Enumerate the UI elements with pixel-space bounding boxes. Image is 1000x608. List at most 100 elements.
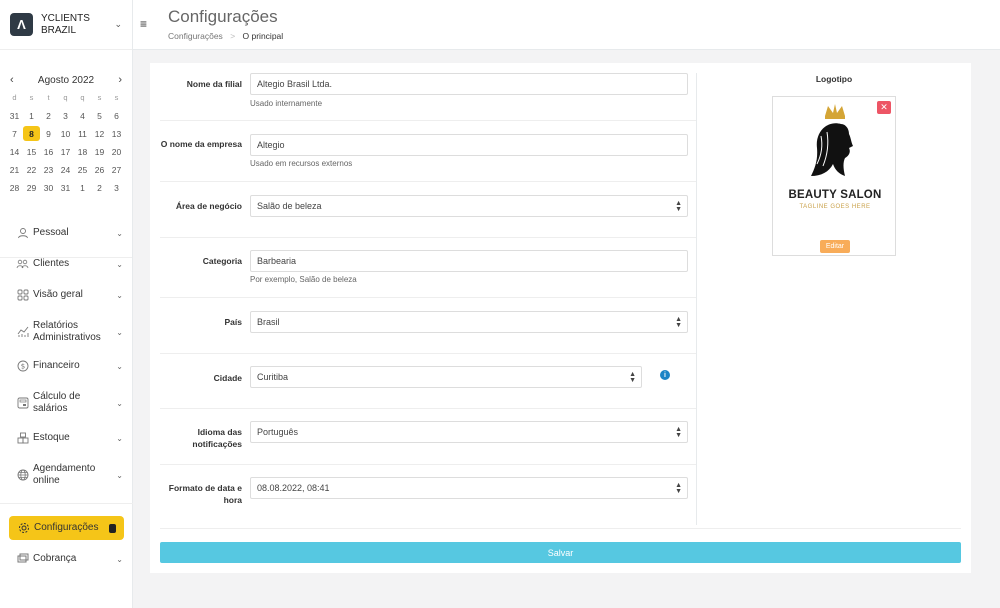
chevron-down-icon[interactable]: ⌄	[114, 19, 122, 30]
breadcrumb-current: O principal	[242, 31, 284, 41]
calendar-day[interactable]: 18	[74, 144, 91, 159]
save-button[interactable]: Salvar	[160, 542, 961, 563]
calendar-day[interactable]: 26	[91, 162, 108, 177]
sidebar-item-estoque[interactable]: Estoque ⌄	[0, 431, 133, 445]
category-input[interactable]: Barbearia	[250, 250, 688, 272]
calendar-day[interactable]: 22	[23, 162, 40, 177]
calendar-day[interactable]: 17	[57, 144, 74, 159]
sidebar-item-label: Cálculo de salários	[33, 391, 81, 414]
next-month-icon[interactable]: ›	[118, 74, 122, 86]
branch-name-label: Nome da filial	[186, 79, 242, 89]
datetime-format-value: 08.08.2022, 08:41	[257, 483, 330, 493]
calendar-day-today[interactable]: 8	[23, 126, 40, 141]
breadcrumb-root[interactable]: Configurações	[168, 31, 223, 41]
calendar-day[interactable]: 15	[23, 144, 40, 159]
calendar-day[interactable]: 3	[57, 108, 74, 123]
sidebar-item-label: Cobrança	[33, 553, 77, 564]
chevron-down-icon: ⌄	[116, 259, 123, 269]
logo-brand-text: BEAUTY SALON	[788, 189, 882, 201]
sidebar-item-label: Clientes	[33, 258, 70, 269]
calendar-day[interactable]: 3	[108, 180, 125, 195]
datetime-format-label: Formato de data e hora	[168, 483, 242, 505]
country-select[interactable]: Brasil ▲ ▼	[250, 311, 688, 333]
calendar-day[interactable]: 24	[57, 162, 74, 177]
calendar-day[interactable]: 6	[108, 108, 125, 123]
calendar-day[interactable]: 5	[91, 108, 108, 123]
select-arrows-icon: ▲ ▼	[629, 371, 636, 384]
calendar-day[interactable]: 31	[57, 180, 74, 195]
chevron-down-icon: ⌄	[116, 554, 123, 564]
calendar-day[interactable]: 13	[108, 126, 125, 141]
city-label: Cidade	[213, 373, 242, 383]
calendar-day[interactable]: 23	[40, 162, 57, 177]
calendar-day[interactable]: 2	[40, 108, 57, 123]
calendar-day[interactable]: 9	[40, 126, 57, 141]
reports-icon	[16, 326, 29, 339]
calendar-day[interactable]: 29	[23, 180, 40, 195]
business-area-value: Salão de beleza	[257, 201, 322, 211]
sidebar-item-label: Visão geral	[33, 289, 83, 300]
country-label: País	[224, 317, 243, 327]
sidebar-item-clientes[interactable]: Clientes ⌄	[0, 257, 133, 271]
chevron-down-icon: ⌄	[116, 433, 123, 443]
logo-tagline: TAGLINE GOES HERE	[799, 204, 871, 210]
calendar-day[interactable]: 27	[108, 162, 125, 177]
calendar-day[interactable]: 28	[6, 180, 23, 195]
row-divider	[160, 297, 696, 298]
sidebar-item-relatorios-administrativos[interactable]: Relatórios Administrativos ⌄	[0, 319, 133, 345]
company-name-help: Usado em recursos externos	[250, 159, 353, 168]
prev-month-icon[interactable]: ‹	[10, 74, 14, 86]
sidebar-item-calculo-de-salarios[interactable]: Cálculo de salários ⌄	[0, 390, 133, 416]
remove-logo-button[interactable]: ✕	[877, 101, 891, 114]
calendar-day[interactable]: 12	[91, 126, 108, 141]
calendar-day[interactable]: 4	[74, 108, 91, 123]
grid-icon	[16, 289, 29, 302]
row-divider	[160, 237, 696, 238]
country-value: Brasil	[257, 317, 280, 327]
brand-switcher[interactable]: Λ YCLIENTS BRAZIL ⌄	[0, 0, 132, 50]
edit-logo-button[interactable]: Editar	[820, 240, 850, 253]
chevron-down-icon: ⌄	[116, 398, 123, 408]
calendar-day[interactable]: 25	[74, 162, 91, 177]
calendar-day[interactable]: 2	[91, 180, 108, 195]
branch-name-input[interactable]: Altegio Brasil Ltda.	[250, 73, 688, 95]
calendar-day[interactable]: 1	[23, 108, 40, 123]
notification-language-select[interactable]: Português ▲ ▼	[250, 421, 688, 443]
hamburger-menu-icon[interactable]: ≡	[140, 17, 147, 31]
calendar-weekday: s	[97, 93, 102, 102]
calendar-day[interactable]: 19	[91, 144, 108, 159]
calendar-day[interactable]: 7	[6, 126, 23, 141]
calendar-day[interactable]: 16	[40, 144, 57, 159]
sidebar-item-label: Financeiro	[33, 360, 80, 371]
business-area-select[interactable]: Salão de beleza ▲ ▼	[250, 195, 688, 217]
sidebar-item-pessoal[interactable]: Pessoal ⌄	[0, 226, 133, 240]
calendar-day[interactable]: 11	[74, 126, 91, 141]
billing-icon	[16, 553, 29, 566]
calendar-header: ‹ Agosto 2022 ›	[6, 74, 126, 86]
sidebar: Λ YCLIENTS BRAZIL ⌄ ‹ Agosto 2022 › d s t q…	[0, 0, 133, 608]
sidebar-item-visao-geral[interactable]: Visão geral ⌄	[0, 288, 133, 302]
city-select[interactable]: Curitiba ▲ ▼	[250, 366, 642, 388]
calendar-day[interactable]: 1	[74, 180, 91, 195]
city-value: Curitiba	[257, 372, 289, 382]
user-icon	[16, 227, 29, 240]
company-name-input[interactable]: Altegio	[250, 134, 688, 156]
chevron-down-icon: ⌄	[116, 470, 123, 480]
branch-name-help: Usado internamente	[250, 99, 323, 108]
sidebar-item-financeiro[interactable]: $ Financeiro ⌄	[0, 359, 133, 373]
calendar-day[interactable]: 30	[40, 180, 57, 195]
calendar-day[interactable]: 20	[108, 144, 125, 159]
calendar-day[interactable]: 10	[57, 126, 74, 141]
brand-name: YCLIENTS BRAZIL	[41, 12, 90, 36]
datetime-format-select[interactable]: 08.08.2022, 08:41 ▲ ▼	[250, 477, 688, 499]
sidebar-item-cobranca[interactable]: Cobrança ⌄	[0, 550, 133, 568]
sidebar-item-configuracoes[interactable]: Configurações	[9, 516, 124, 540]
info-icon[interactable]: i	[660, 370, 670, 380]
calendar-day[interactable]: 14	[6, 144, 23, 159]
chevron-down-icon: ⌄	[116, 361, 123, 371]
calendar-day[interactable]: 21	[6, 162, 23, 177]
calendar-day[interactable]: 31	[6, 108, 23, 123]
sidebar-item-agendamento-online[interactable]: Agendamento online ⌄	[0, 462, 133, 488]
sidebar-item-label: Estoque	[33, 432, 70, 443]
select-arrows-icon: ▲ ▼	[675, 316, 682, 329]
